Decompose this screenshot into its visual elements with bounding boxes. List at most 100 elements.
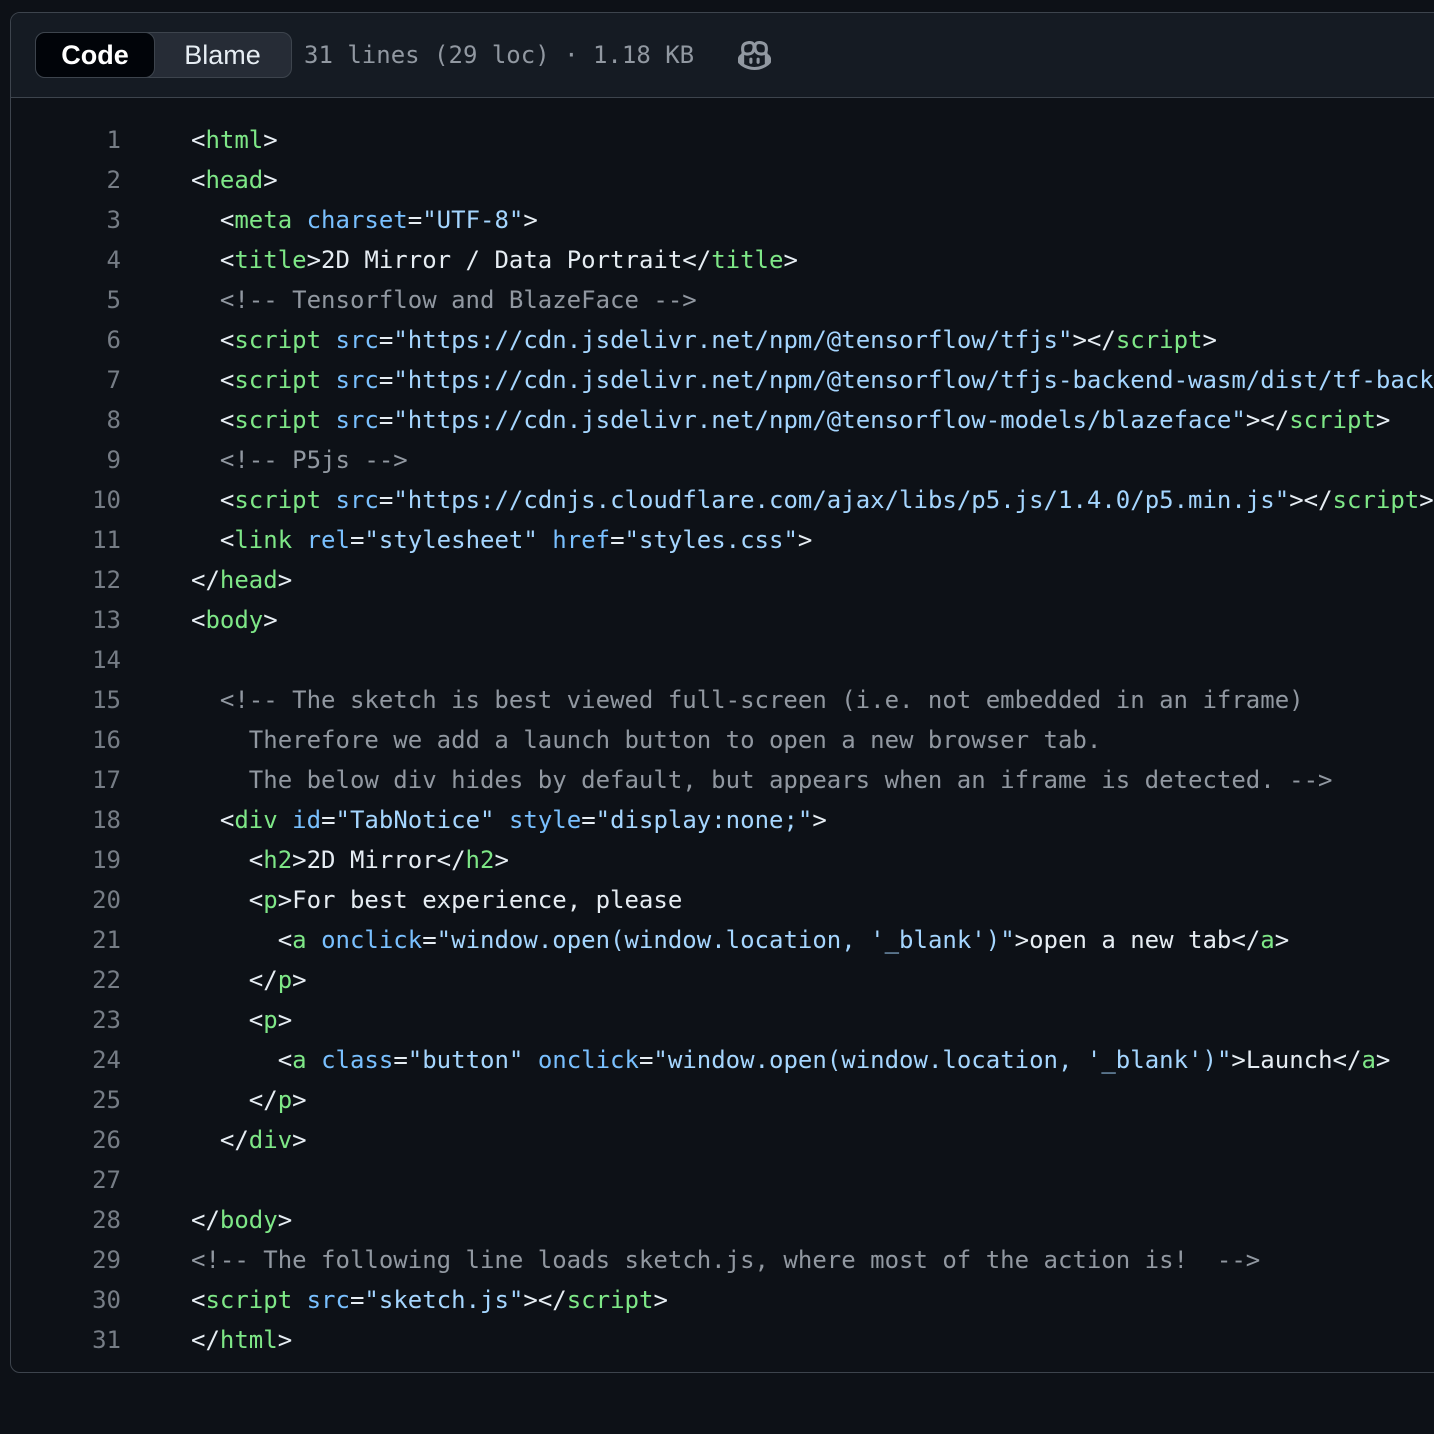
file-meta: 31 lines (29 loc) · 1.18 KB: [304, 41, 694, 69]
line-number[interactable]: 13: [11, 600, 121, 640]
code-row: 27: [11, 1160, 1434, 1200]
code-line: <script src="sketch.js"></script>: [121, 1280, 668, 1320]
line-number[interactable]: 7: [11, 360, 121, 400]
code-row: 12</head>: [11, 560, 1434, 600]
tab-blame[interactable]: Blame: [154, 33, 291, 77]
code-line: <a class="button" onclick="window.open(w…: [121, 1040, 1390, 1080]
code-area: 1<html>2<head>3 <meta charset="UTF-8">4 …: [11, 98, 1434, 1360]
code-row: 8 <script src="https://cdn.jsdelivr.net/…: [11, 400, 1434, 440]
line-number[interactable]: 29: [11, 1240, 121, 1280]
line-number[interactable]: 31: [11, 1320, 121, 1360]
code-row: 24 <a class="button" onclick="window.ope…: [11, 1040, 1434, 1080]
line-number[interactable]: 11: [11, 520, 121, 560]
code-line: <head>: [121, 160, 278, 200]
line-number[interactable]: 2: [11, 160, 121, 200]
line-number[interactable]: 19: [11, 840, 121, 880]
line-number[interactable]: 30: [11, 1280, 121, 1320]
line-number[interactable]: 1: [11, 120, 121, 160]
code-row: 9 <!-- P5js -->: [11, 440, 1434, 480]
line-number[interactable]: 26: [11, 1120, 121, 1160]
code-row: 2<head>: [11, 160, 1434, 200]
code-line: <h2>2D Mirror</h2>: [121, 840, 509, 880]
copilot-button[interactable]: [734, 35, 775, 76]
code-line: <meta charset="UTF-8">: [121, 200, 538, 240]
code-line: <!-- P5js -->: [121, 440, 408, 480]
code-line: </p>: [121, 1080, 307, 1120]
code-line: <!-- Tensorflow and BlazeFace -->: [121, 280, 697, 320]
code-line: <a onclick="window.open(window.location,…: [121, 920, 1289, 960]
code-row: 29<!-- The following line loads sketch.j…: [11, 1240, 1434, 1280]
code-row: 26 </div>: [11, 1120, 1434, 1160]
line-number[interactable]: 9: [11, 440, 121, 480]
code-row: 28</body>: [11, 1200, 1434, 1240]
line-number[interactable]: 3: [11, 200, 121, 240]
code-blame-switcher: Code Blame: [35, 32, 292, 78]
line-number[interactable]: 6: [11, 320, 121, 360]
file-container: Code Blame 31 lines (29 loc) · 1.18 KB 1…: [10, 12, 1434, 1373]
code-row: 13<body>: [11, 600, 1434, 640]
code-line: </head>: [121, 560, 292, 600]
line-number[interactable]: 27: [11, 1160, 121, 1200]
file-header: Code Blame 31 lines (29 loc) · 1.18 KB: [11, 13, 1434, 98]
code-line: </p>: [121, 960, 307, 1000]
line-number[interactable]: 23: [11, 1000, 121, 1040]
code-row: 31</html>: [11, 1320, 1434, 1360]
code-row: 22 </p>: [11, 960, 1434, 1000]
code-line: <link rel="stylesheet" href="styles.css"…: [121, 520, 812, 560]
code-row: 30<script src="sketch.js"></script>: [11, 1280, 1434, 1320]
code-row: 11 <link rel="stylesheet" href="styles.c…: [11, 520, 1434, 560]
code-row: 7 <script src="https://cdn.jsdelivr.net/…: [11, 360, 1434, 400]
code-row: 19 <h2>2D Mirror</h2>: [11, 840, 1434, 880]
code-row: 15 <!-- The sketch is best viewed full-s…: [11, 680, 1434, 720]
line-number[interactable]: 10: [11, 480, 121, 520]
line-number[interactable]: 4: [11, 240, 121, 280]
code-line: [121, 1160, 191, 1200]
line-number[interactable]: 16: [11, 720, 121, 760]
line-number[interactable]: 14: [11, 640, 121, 680]
code-row: 18 <div id="TabNotice" style="display:no…: [11, 800, 1434, 840]
code-line: <body>: [121, 600, 278, 640]
code-row: 3 <meta charset="UTF-8">: [11, 200, 1434, 240]
code-row: 16 Therefore we add a launch button to o…: [11, 720, 1434, 760]
line-number[interactable]: 24: [11, 1040, 121, 1080]
line-number[interactable]: 25: [11, 1080, 121, 1120]
code-view-page: { "header": { "tabs": [ { "label": "Code…: [0, 0, 1434, 1434]
code-row: 21 <a onclick="window.open(window.locati…: [11, 920, 1434, 960]
code-line: <script src="https://cdn.jsdelivr.net/np…: [121, 320, 1217, 360]
code-line: <script src="https://cdn.jsdelivr.net/np…: [121, 360, 1434, 400]
code-row: 6 <script src="https://cdn.jsdelivr.net/…: [11, 320, 1434, 360]
code-line: <p>: [121, 1000, 292, 1040]
line-number[interactable]: 15: [11, 680, 121, 720]
tab-code[interactable]: Code: [35, 32, 155, 78]
code-row: 4 <title>2D Mirror / Data Portrait</titl…: [11, 240, 1434, 280]
code-line: [121, 640, 191, 680]
code-line: <p>For best experience, please: [121, 880, 682, 920]
code-row: 17 The below div hides by default, but a…: [11, 760, 1434, 800]
line-number[interactable]: 20: [11, 880, 121, 920]
code-line: The below div hides by default, but appe…: [121, 760, 1333, 800]
line-number[interactable]: 22: [11, 960, 121, 1000]
code-line: </body>: [121, 1200, 292, 1240]
code-line: <!-- The sketch is best viewed full-scre…: [121, 680, 1304, 720]
code-row: 25 </p>: [11, 1080, 1434, 1120]
code-line: </div>: [121, 1120, 307, 1160]
code-line: <script src="https://cdnjs.cloudflare.co…: [121, 480, 1434, 520]
line-number[interactable]: 12: [11, 560, 121, 600]
code-line: <div id="TabNotice" style="display:none;…: [121, 800, 827, 840]
line-number[interactable]: 5: [11, 280, 121, 320]
line-number[interactable]: 17: [11, 760, 121, 800]
code-line: Therefore we add a launch button to open…: [121, 720, 1101, 760]
code-line: </html>: [121, 1320, 292, 1360]
code-row: 20 <p>For best experience, please: [11, 880, 1434, 920]
code-line: <title>2D Mirror / Data Portrait</title>: [121, 240, 798, 280]
line-number[interactable]: 18: [11, 800, 121, 840]
code-line: <!-- The following line loads sketch.js,…: [121, 1240, 1260, 1280]
code-line: <script src="https://cdn.jsdelivr.net/np…: [121, 400, 1390, 440]
line-number[interactable]: 21: [11, 920, 121, 960]
line-number[interactable]: 28: [11, 1200, 121, 1240]
code-row: 5 <!-- Tensorflow and BlazeFace -->: [11, 280, 1434, 320]
code-row: 23 <p>: [11, 1000, 1434, 1040]
copilot-icon: [738, 39, 771, 72]
line-number[interactable]: 8: [11, 400, 121, 440]
code-line: <html>: [121, 120, 278, 160]
